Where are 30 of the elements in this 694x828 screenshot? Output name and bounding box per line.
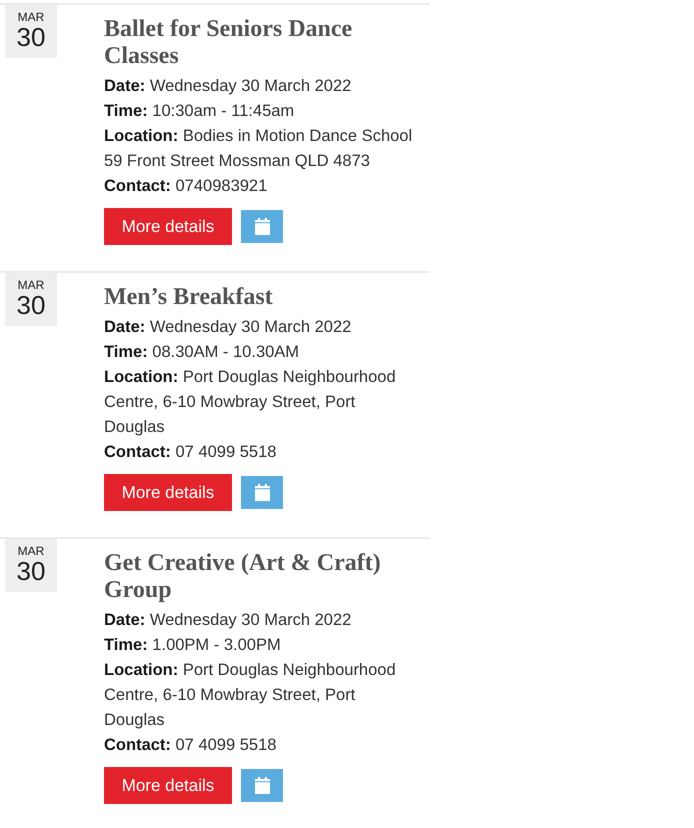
event-detail: Time: 10:30am - 11:45am [104, 101, 296, 122]
calendar-button[interactable] [241, 210, 283, 243]
event-month: MAR [18, 11, 44, 24]
event-day: 30 [16, 24, 46, 50]
event-title: Get Creative (Art & Craft) Group [104, 550, 382, 604]
event-detail: Time: 08.30AM - 10.30AM [104, 342, 300, 363]
event-title: Men’s Breakfast [104, 284, 274, 311]
event-detail: Date: Wednesday 30 March 2022 [104, 317, 352, 338]
more-details-button[interactable]: More details [104, 474, 232, 511]
calendar-button[interactable] [241, 769, 283, 802]
event-detail: Contact: 0740983921 [104, 176, 268, 197]
event-detail: Contact: 07 4099 5518 [104, 735, 278, 756]
more-details-button[interactable]: More details [104, 767, 232, 804]
calendar-button[interactable] [241, 476, 283, 509]
calendar-icon [254, 484, 270, 501]
event-detail: Location: Bodies in Motion Dance School 59 Front Street Mossman QLD 4873 [104, 126, 414, 172]
event-detail: Contact: 07 4099 5518 [104, 442, 278, 463]
event-detail: Location: Port Douglas Neighbourhood Centre, 6-10 Mowbray Street, Port Douglas [104, 660, 397, 731]
event-detail: Date: Wednesday 30 March 2022 [104, 610, 352, 631]
event-month: MAR [18, 279, 44, 292]
event-detail: Time: 1.00PM - 3.00PM [104, 635, 282, 656]
calendar-icon [254, 218, 270, 235]
calendar-icon [254, 777, 270, 794]
event-month: MAR [18, 545, 44, 558]
event-detail: Location: Port Douglas Neighbourhood Centre, 6-10 Mowbray Street, Port Douglas [104, 367, 397, 438]
event-title: Ballet for Seniors Dance Classes [104, 16, 354, 70]
event-day: 30 [16, 292, 46, 318]
more-details-button[interactable]: More details [104, 208, 232, 245]
event-detail: Date: Wednesday 30 March 2022 [104, 76, 352, 97]
event-day: 30 [16, 558, 46, 584]
